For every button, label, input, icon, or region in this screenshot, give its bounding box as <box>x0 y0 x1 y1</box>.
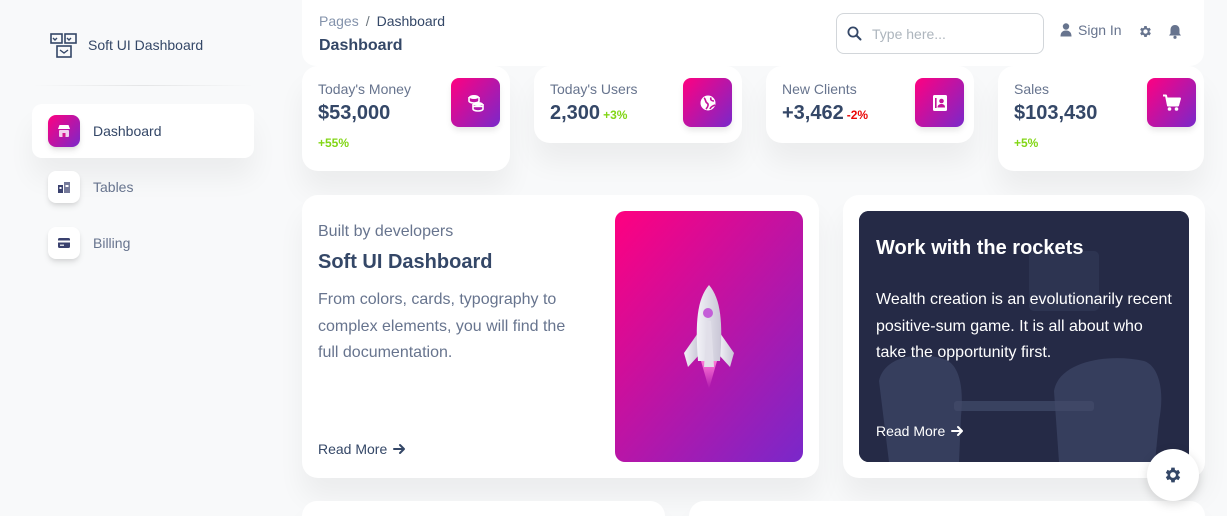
stat-value: +3,462 <box>782 102 844 124</box>
office-icon <box>48 171 80 203</box>
top-navbar: Pages / Dashboard Dashboard Sign In <box>302 0 1204 66</box>
settings-gear-icon[interactable] <box>1138 24 1153 39</box>
search-icon <box>847 26 862 41</box>
sidebar-item-dashboard[interactable]: Dashboard <box>32 104 254 158</box>
brand-name: Soft UI Dashboard <box>88 37 204 53</box>
arrow-right-icon <box>951 426 964 436</box>
stat-card-sales: Sales $103,430 +5% <box>998 66 1204 171</box>
stat-label: New Clients <box>782 81 857 97</box>
sign-in-label: Sign In <box>1078 22 1122 38</box>
stat-value-row: +3,462 -2% <box>782 102 868 125</box>
sidebar-item-label: Tables <box>93 179 134 195</box>
feature-description: From colors, cards, typography to comple… <box>318 291 566 361</box>
credit-card-icon <box>48 227 80 259</box>
stat-change: +5% <box>1014 136 1039 150</box>
arrow-right-icon <box>393 444 406 454</box>
sidebar-item-label: Dashboard <box>93 123 162 139</box>
rockets-title: Work with the rockets <box>876 237 1084 259</box>
stat-change: +3% <box>603 108 628 122</box>
user-icon <box>1060 23 1072 37</box>
breadcrumb-separator: / <box>365 13 370 29</box>
rocket-icon <box>684 284 734 389</box>
stat-card-money: Today's Money $53,000 +55% <box>302 66 510 171</box>
stat-label: Today's Users <box>550 81 638 97</box>
bottom-card-right <box>689 501 1205 516</box>
bottom-card-left <box>302 501 665 516</box>
shop-icon <box>48 115 80 147</box>
search-box[interactable] <box>836 13 1044 54</box>
database-icon <box>451 78 500 127</box>
sidebar-divider <box>32 85 254 86</box>
feature-card: Built by developers Soft UI Dashboard Fr… <box>302 195 819 478</box>
stat-card-clients: New Clients +3,462 -2% <box>766 66 974 143</box>
breadcrumb-current: Dashboard <box>376 13 446 29</box>
rockets-description: Wealth creation is an evolutionarily rec… <box>876 291 1172 361</box>
stat-label: Sales <box>1014 81 1050 97</box>
stat-value: $103,430 <box>1014 102 1098 124</box>
document-icon <box>915 78 964 127</box>
brand-logo-icon <box>50 33 77 58</box>
feature-read-more-link[interactable]: Read More <box>318 441 406 457</box>
stat-change: -2% <box>846 108 869 122</box>
feature-title: Soft UI Dashboard <box>318 251 493 273</box>
stat-label: Today's Money <box>318 81 411 97</box>
sidebar-item-tables[interactable]: Tables <box>32 160 254 214</box>
stat-change: +55% <box>318 136 350 150</box>
rockets-dark-panel: Work with the rockets Wealth creation is… <box>859 211 1189 462</box>
sign-in-link[interactable]: Sign In <box>1060 22 1122 38</box>
notification-bell-icon[interactable] <box>1168 24 1182 39</box>
stat-value: $53,000 <box>318 102 391 124</box>
rockets-card: Work with the rockets Wealth creation is… <box>843 195 1205 478</box>
sidebar-item-label: Billing <box>93 235 131 251</box>
page-title: Dashboard <box>319 37 403 54</box>
configurator-button[interactable] <box>1147 449 1199 501</box>
feature-subtitle: Built by developers <box>318 223 454 240</box>
read-more-label: Read More <box>318 441 388 457</box>
breadcrumb-root[interactable]: Pages <box>319 13 359 29</box>
sidebar-item-billing[interactable]: Billing <box>32 216 254 270</box>
rockets-read-more-link[interactable]: Read More <box>876 423 964 439</box>
search-input[interactable] <box>872 25 1032 42</box>
stat-value-row: 2,300 +3% <box>550 102 627 125</box>
brand[interactable]: Soft UI Dashboard <box>50 30 203 60</box>
read-more-label: Read More <box>876 423 946 439</box>
sidebar: Soft UI Dashboard Dashboard Tables Billi… <box>0 0 280 516</box>
stat-value: 2,300 <box>550 102 601 124</box>
settings-gear-icon <box>1165 467 1181 483</box>
rocket-illustration <box>615 211 803 462</box>
globe-icon <box>683 78 732 127</box>
breadcrumb: Pages / Dashboard <box>319 13 445 29</box>
cart-icon <box>1147 78 1196 127</box>
stat-card-users: Today's Users 2,300 +3% <box>534 66 742 143</box>
